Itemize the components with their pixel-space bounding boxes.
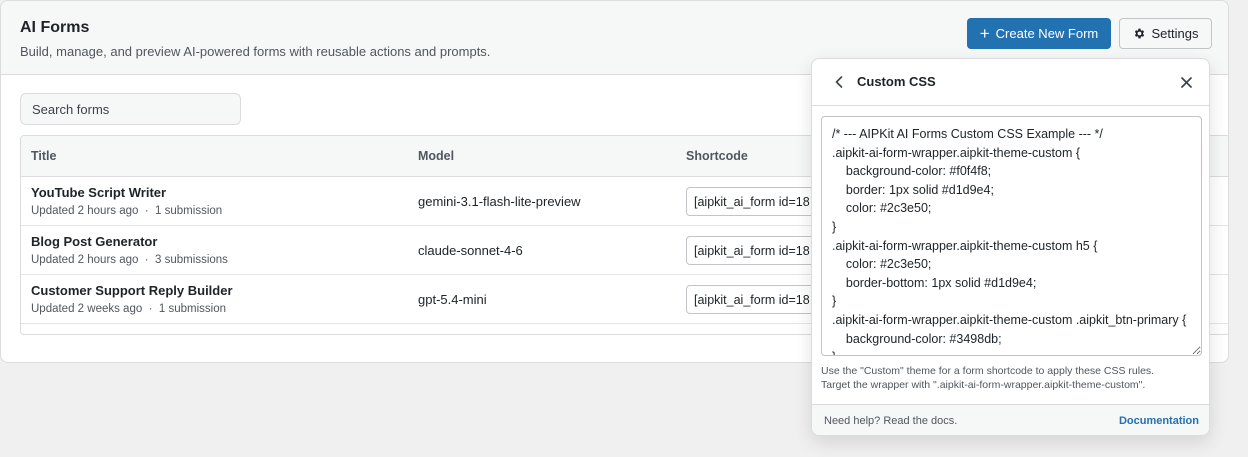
- form-submissions: 3 submissions: [155, 254, 228, 266]
- search-input[interactable]: [20, 93, 241, 125]
- documentation-link[interactable]: Documentation: [1119, 415, 1199, 427]
- form-title[interactable]: Blog Post Generator: [31, 234, 157, 249]
- close-icon: [1180, 76, 1192, 88]
- form-submissions: 1 submission: [155, 205, 223, 217]
- chevron-left-icon: [835, 76, 843, 88]
- gear-icon: [1134, 28, 1144, 39]
- column-header-title: Title: [31, 149, 57, 163]
- form-model: claude-sonnet-4-6: [418, 243, 523, 258]
- settings-button[interactable]: Settings: [1119, 18, 1212, 49]
- column-header-shortcode: Shortcode: [686, 149, 748, 163]
- close-button[interactable]: [1176, 72, 1196, 92]
- form-meta: Updated 2 hours ago · 3 submissions: [31, 254, 228, 266]
- css-help-text: Use the "Custom" theme for a form shortc…: [821, 364, 1206, 392]
- shortcode-field[interactable]: [686, 285, 826, 314]
- custom-css-panel: Custom CSS /* --- AIPKit AI Forms Custom…: [811, 58, 1210, 436]
- panel-title: Custom CSS: [857, 74, 936, 89]
- page-title: AI Forms: [20, 19, 90, 36]
- form-title[interactable]: YouTube Script Writer: [31, 185, 166, 200]
- form-meta: Updated 2 hours ago · 1 submission: [31, 205, 223, 217]
- form-submissions: 1 submission: [158, 303, 226, 315]
- panel-header: Custom CSS: [812, 59, 1209, 106]
- form-model: gpt-5.4-mini: [418, 292, 487, 307]
- form-updated: Updated 2 hours ago: [31, 205, 139, 217]
- footer-text: Need help? Read the docs.: [824, 415, 958, 427]
- create-new-form-button[interactable]: + Create New Form: [967, 18, 1111, 49]
- form-meta: Updated 2 weeks ago · 1 submission: [31, 303, 226, 315]
- custom-css-textarea[interactable]: /* --- AIPKit AI Forms Custom CSS Exampl…: [821, 116, 1202, 356]
- form-model: gemini-3.1-flash-lite-preview: [418, 194, 581, 209]
- css-help-line: Target the wrapper with ".aipkit-ai-form…: [821, 379, 1146, 391]
- panel-footer: Need help? Read the docs. Documentation: [812, 404, 1209, 435]
- page-subtitle: Build, manage, and preview AI-powered fo…: [20, 44, 491, 59]
- form-updated: Updated 2 hours ago: [31, 254, 139, 266]
- settings-label: Settings: [1151, 26, 1199, 41]
- shortcode-field[interactable]: [686, 236, 826, 265]
- form-title[interactable]: Customer Support Reply Builder: [31, 283, 233, 298]
- create-new-form-label: Create New Form: [995, 26, 1099, 41]
- css-help-line: Use the "Custom" theme for a form shortc…: [821, 365, 1155, 377]
- back-button[interactable]: [830, 72, 848, 92]
- shortcode-field[interactable]: [686, 187, 826, 216]
- form-updated: Updated 2 weeks ago: [31, 303, 143, 315]
- plus-icon: +: [979, 24, 990, 43]
- column-header-model: Model: [418, 149, 455, 163]
